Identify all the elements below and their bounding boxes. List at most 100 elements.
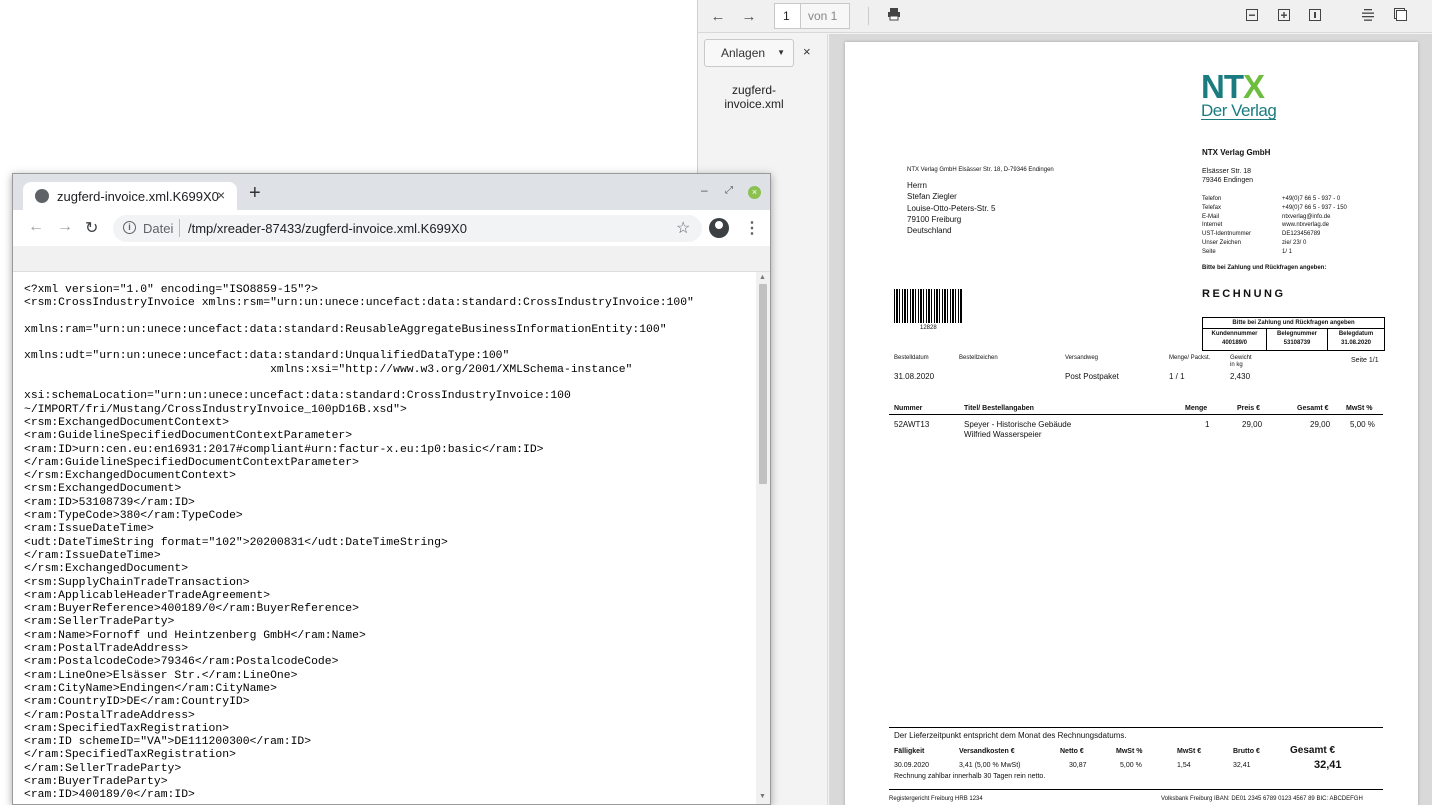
reference-cell: Belegnummer 53108739 [1267, 329, 1328, 350]
contact-value: +49(0)7 66 5 - 937 - 150 [1282, 204, 1347, 211]
vertical-scrollbar[interactable]: ▲ ▼ [756, 272, 770, 804]
grand-total: 32,41 [1314, 759, 1342, 771]
xml-source-text: <?xml version="1.0" encoding="ISO8859-15… [24, 284, 694, 802]
attachments-dropdown[interactable]: Anlagen ▼ [704, 39, 794, 67]
reference-label: Kundennummer [1211, 331, 1258, 337]
item-title: Speyer - Historische Gebäude [964, 420, 1072, 429]
reference-cell: Belegdatum 31.08.2020 [1328, 329, 1384, 350]
contact-label: Telefon [1202, 196, 1222, 202]
forward-arrow-icon[interactable]: → [739, 7, 759, 27]
fit-page-icon[interactable] [1305, 7, 1325, 27]
tab-strip: zugferd-invoice.xml.K699X0 × + – ⤢ × [13, 174, 770, 210]
reference-box-header: Bitte bei Zahlung und Rückfragen angeben [1203, 318, 1384, 329]
order-header: Menge/ Packst. [1169, 355, 1211, 361]
zoom-out-icon[interactable] [1242, 7, 1262, 27]
contact-label: Telefax [1202, 204, 1222, 211]
recipient-line: Louise-Otto-Peters-Str. 5 [907, 203, 996, 213]
maximize-icon[interactable]: ⤢ [725, 185, 733, 196]
address-bar[interactable]: i Datei /tmp/xreader-87433/zugferd-invoi… [113, 215, 702, 242]
logo-mark: NTX [1201, 68, 1265, 105]
tab-close-icon[interactable]: × [217, 187, 225, 203]
reference-label: Belegdatum [1338, 331, 1374, 337]
contact-labels: Telefon Telefax E-Mail Internet UST-Iden… [1202, 195, 1251, 257]
url-text[interactable]: /tmp/xreader-87433/zugferd-invoice.xml.K… [188, 221, 467, 236]
page-content: <?xml version="1.0" encoding="ISO8859-15… [13, 272, 770, 804]
logo-subtitle: Der Verlag [1201, 101, 1277, 120]
contact-label: Seite [1202, 248, 1216, 255]
ntx-logo: NTX Der Verlag [1201, 68, 1281, 121]
item-vat: 5,00 % [1350, 420, 1375, 429]
recipient-line: Stefan Ziegler [907, 192, 957, 202]
pdf-document-area: NTX Der Verlag NTX Verlag GmbH Elsässer … [829, 34, 1432, 805]
totals-header: Netto € [1060, 748, 1084, 755]
contact-value: +49(0)7 66 5 - 937 - 0 [1282, 196, 1341, 202]
print-icon[interactable] [884, 7, 904, 27]
continuous-scroll-icon[interactable] [1358, 7, 1378, 27]
close-icon[interactable]: × [803, 44, 811, 59]
contact-label: E-Mail [1202, 213, 1220, 220]
sidebar-toggle-icon[interactable] [1390, 7, 1410, 27]
new-tab-button[interactable]: + [249, 183, 261, 203]
scroll-down-icon[interactable]: ▼ [759, 793, 766, 800]
page-total-label: von 1 [801, 3, 850, 29]
navigation-bar: ← → ↻ i Datei /tmp/xreader-87433/zugferd… [13, 210, 770, 246]
attachment-file-item[interactable]: zugferd- invoice.xml [712, 83, 796, 111]
order-header: Bestelldatum [894, 355, 929, 361]
table-header-rule [889, 414, 1383, 415]
scroll-up-icon[interactable]: ▲ [759, 274, 766, 281]
invoice-title: RECHNUNG [1202, 288, 1286, 300]
order-header: in kg [1230, 362, 1243, 368]
sender-line: NTX Verlag GmbH Elsässer Str. 18, D-7934… [907, 167, 1054, 173]
item-number: 52AWT13 [894, 420, 930, 429]
company-city: 79346 Endingen [1202, 177, 1253, 184]
window-close-icon[interactable]: × [748, 186, 761, 199]
reference-cell: Kundennummer 400189/0 [1203, 329, 1267, 350]
info-icon[interactable]: i [123, 221, 136, 234]
bank-info: Volksbank Freiburg IBAN: DE01 2345 6789 … [1161, 796, 1363, 802]
delivery-note: Der Lieferzeitpunkt entspricht dem Monat… [894, 731, 1127, 740]
tab-title: zugferd-invoice.xml.K699X0 [57, 189, 219, 204]
pdf-viewer-window: ← → 1 von 1 Anlagen ▼ × zugferd- invoice… [697, 0, 1432, 805]
company-street: Elsässer Str. 18 [1202, 168, 1252, 175]
totals-header: Brutto € [1233, 748, 1260, 755]
page-number-input[interactable]: 1 [774, 3, 801, 29]
order-header: Gewicht [1230, 355, 1252, 361]
chevron-down-icon: ▼ [777, 48, 785, 57]
contact-values: +49(0)7 66 5 - 937 - 0 +49(0)7 66 5 - 93… [1282, 195, 1347, 257]
order-weight: 2,430 [1230, 372, 1251, 381]
order-quantity: 1 / 1 [1169, 372, 1185, 381]
profile-avatar-icon[interactable] [709, 218, 729, 238]
browser-tab[interactable]: zugferd-invoice.xml.K699X0 × [23, 182, 237, 210]
bookmark-star-icon[interactable]: ☆ [676, 218, 690, 238]
footer-top-rule [889, 727, 1383, 728]
back-arrow-icon[interactable]: ← [28, 218, 44, 236]
order-header: Bestellzeichen [959, 355, 998, 361]
table-header: Nummer [894, 405, 923, 412]
contact-label: Internet [1202, 222, 1223, 229]
toolbar-separator [868, 7, 869, 25]
back-arrow-icon[interactable]: ← [708, 7, 728, 27]
url-scheme-label: Datei [143, 221, 174, 236]
globe-icon [35, 189, 49, 203]
recipient-address: Herrn Stefan Ziegler Louise-Otto-Peters-… [907, 180, 995, 236]
kebab-menu-icon[interactable]: ⋮ [744, 218, 760, 238]
item-quantity: 1 [1205, 420, 1210, 429]
contact-value: 1/ 1 [1282, 248, 1293, 255]
shipping-method: Post Postpaket [1065, 372, 1119, 381]
scrollbar-thumb[interactable] [759, 284, 767, 484]
recipient-line: Herrn [907, 181, 928, 190]
registry-info: Registergericht Freiburg HRB 1234 [889, 796, 983, 802]
totals-header: MwSt € [1177, 748, 1202, 755]
table-header: Titel/ Bestellangaben [964, 405, 1034, 412]
totals-header-grand: Gesamt € [1290, 745, 1336, 756]
pdf-page: NTX Der Verlag NTX Verlag GmbH Elsässer … [845, 42, 1418, 805]
bookmark-bar [13, 246, 770, 272]
zoom-in-icon[interactable] [1274, 7, 1294, 27]
contact-value: DE123456789 [1282, 231, 1321, 238]
order-date: 31.08.2020 [894, 372, 935, 381]
table-header: Gesamt € [1297, 405, 1329, 412]
browser-window: zugferd-invoice.xml.K699X0 × + – ⤢ × ← →… [12, 173, 771, 805]
minimize-icon[interactable]: – [701, 183, 708, 197]
forward-arrow-icon[interactable]: → [57, 218, 73, 236]
reload-icon[interactable]: ↻ [85, 218, 98, 238]
